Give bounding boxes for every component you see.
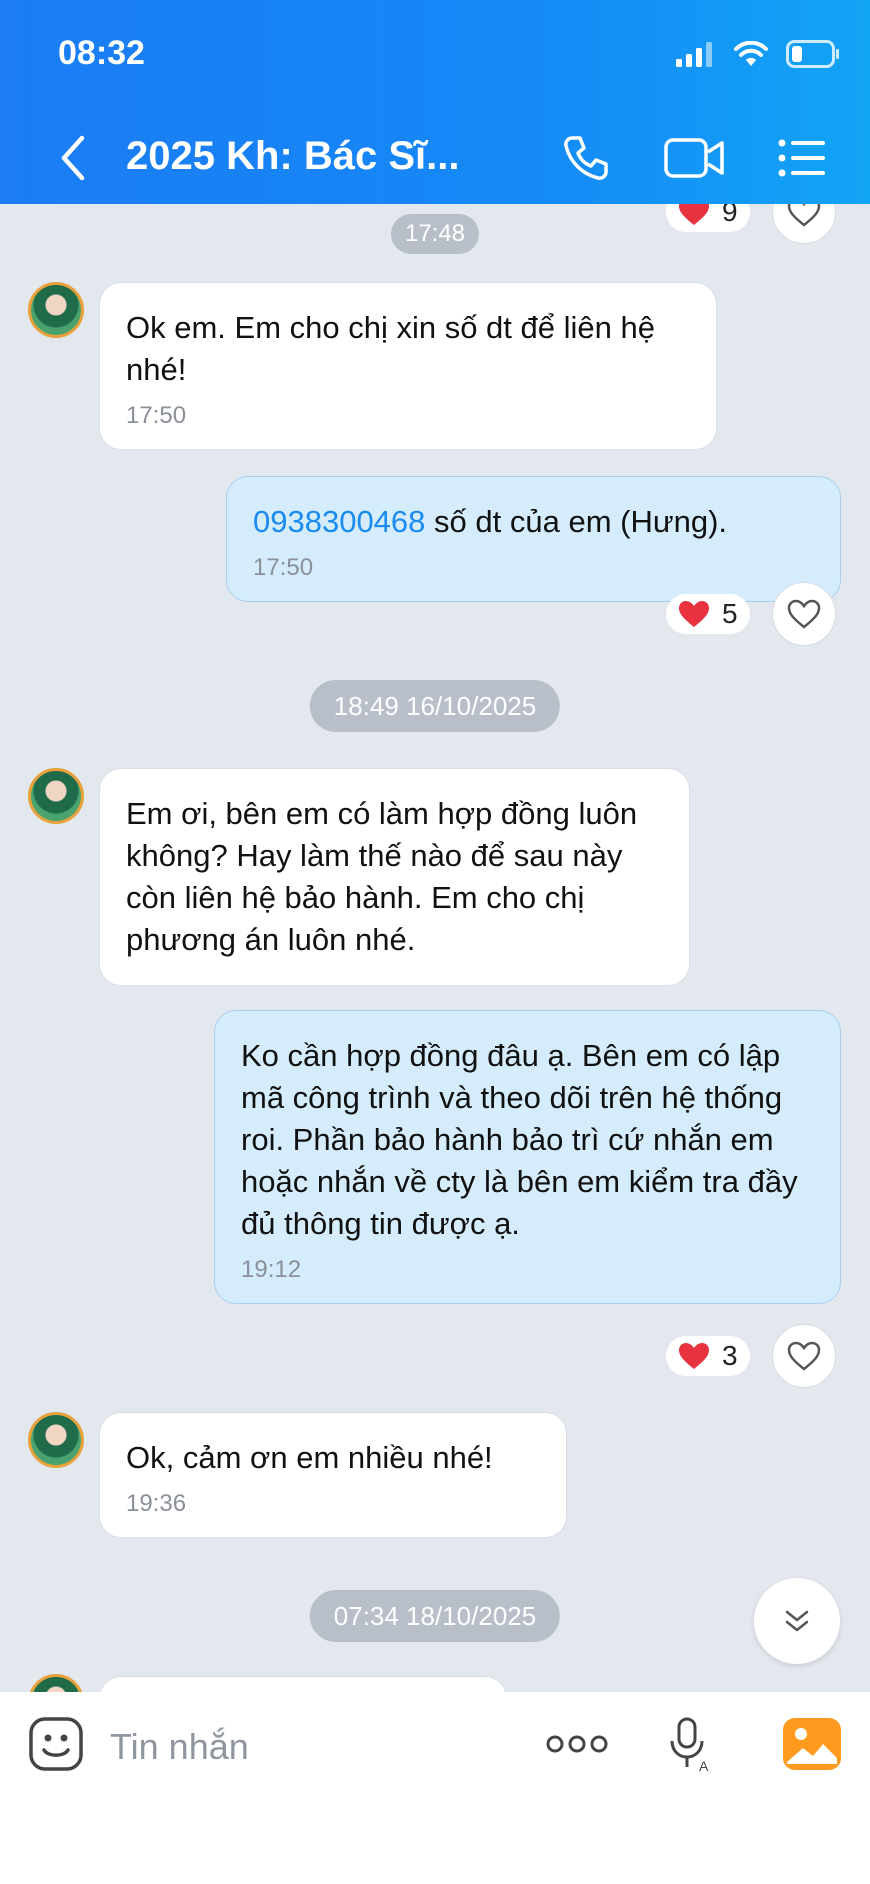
message-input[interactable]: Tin nhắn — [110, 1726, 249, 1768]
phone-icon — [564, 136, 608, 180]
message-bubble-incoming[interactable]: Ok, cảm ơn em nhiều nhé! 19:36 — [99, 1412, 567, 1538]
time-divider: 17:48 — [390, 214, 480, 254]
sticker-icon — [29, 1717, 83, 1771]
video-call-button[interactable] — [660, 128, 730, 188]
scroll-to-bottom-button[interactable] — [754, 1578, 840, 1664]
microphone-icon: A — [670, 1717, 709, 1771]
video-camera-icon — [664, 138, 724, 178]
chat-header: 08:32 2025 Kh: Bác Sĩ... — [0, 0, 870, 204]
avatar[interactable] — [28, 1674, 84, 1692]
reaction-count: 3 — [722, 1340, 738, 1371]
heart-outline-icon — [787, 599, 821, 629]
gallery-button[interactable] — [782, 1714, 842, 1774]
message-text: Ok em. Em cho chị xin số dt để liên hệ n… — [126, 310, 655, 387]
phone-number-link[interactable]: 0938300468 — [253, 504, 425, 539]
message-text: Ko cần hợp đồng đâu ạ. Bên em có lập mã … — [241, 1038, 798, 1241]
heart-icon — [679, 204, 709, 225]
message-text: số dt của em (Hưng). — [425, 504, 728, 539]
signal-icon — [676, 42, 712, 67]
heart-outline-icon — [787, 204, 821, 227]
date-divider: 18:49 16/10/2025 — [309, 680, 561, 732]
reaction-count: 5 — [722, 598, 738, 629]
message-time: 19:36 — [126, 1490, 187, 1517]
message-time: 17:50 — [253, 554, 314, 581]
reaction-badge[interactable]: 3 — [666, 1336, 750, 1376]
nav-bar: 2025 Kh: Bác Sĩ... — [0, 128, 870, 188]
more-options-button[interactable] — [544, 1714, 610, 1774]
chat-title[interactable]: 2025 Kh: Bác Sĩ... — [126, 134, 459, 179]
sticker-button[interactable] — [26, 1714, 86, 1774]
date-divider: 07:34 18/10/2025 — [309, 1590, 561, 1642]
message-bubble-incoming[interactable]: Ok em. Em cho chị xin số dt để liên hệ n… — [99, 282, 717, 450]
svg-text:A: A — [699, 1758, 709, 1771]
message-text: Ok, cảm ơn em nhiều nhé! — [126, 1440, 493, 1475]
message-text: Em ơi, bên em có làm hợp đồng luôn không… — [126, 796, 638, 957]
reaction-badge[interactable]: 5 — [666, 594, 750, 634]
avatar[interactable] — [28, 282, 84, 338]
status-icons — [676, 40, 840, 68]
image-icon — [783, 1718, 841, 1770]
double-chevron-down-icon — [785, 1610, 809, 1632]
voice-to-text-button[interactable]: A — [664, 1714, 714, 1774]
message-bubble-outgoing[interactable]: Ko cần hợp đồng đâu ạ. Bên em có lập mã … — [214, 1010, 841, 1304]
menu-button[interactable] — [772, 128, 832, 188]
chevron-left-icon — [61, 135, 85, 181]
message-time: 19:12 — [241, 1256, 302, 1283]
reaction-badge[interactable]: 9 — [666, 204, 750, 232]
message-input-bar: Tin nhắn A — [0, 1692, 870, 1884]
call-button[interactable] — [556, 128, 616, 188]
message-bubble-incoming[interactable] — [99, 1676, 507, 1692]
react-button[interactable] — [772, 204, 836, 244]
message-bubble-incoming[interactable]: Em ơi, bên em có làm hợp đồng luôn không… — [99, 768, 690, 986]
react-button[interactable] — [772, 582, 836, 646]
message-list[interactable]: 9 17:48 Ok em. Em cho chị xin số dt để l… — [0, 204, 870, 1692]
avatar[interactable] — [28, 1412, 84, 1468]
heart-icon — [679, 601, 709, 627]
avatar[interactable] — [28, 768, 84, 824]
wifi-icon — [734, 41, 768, 66]
battery-icon — [786, 40, 839, 68]
reaction-count: 9 — [722, 204, 738, 227]
back-button[interactable] — [50, 128, 94, 188]
message-time: 17:50 — [126, 402, 187, 429]
status-time: 08:32 — [58, 34, 145, 72]
react-button[interactable] — [772, 1324, 836, 1388]
message-bubble-outgoing[interactable]: 0938300468 số dt của em (Hưng). 17:50 — [226, 476, 841, 602]
list-icon — [778, 139, 825, 177]
more-dots-icon — [546, 1735, 608, 1753]
heart-outline-icon — [787, 1341, 821, 1371]
heart-icon — [679, 1343, 709, 1369]
